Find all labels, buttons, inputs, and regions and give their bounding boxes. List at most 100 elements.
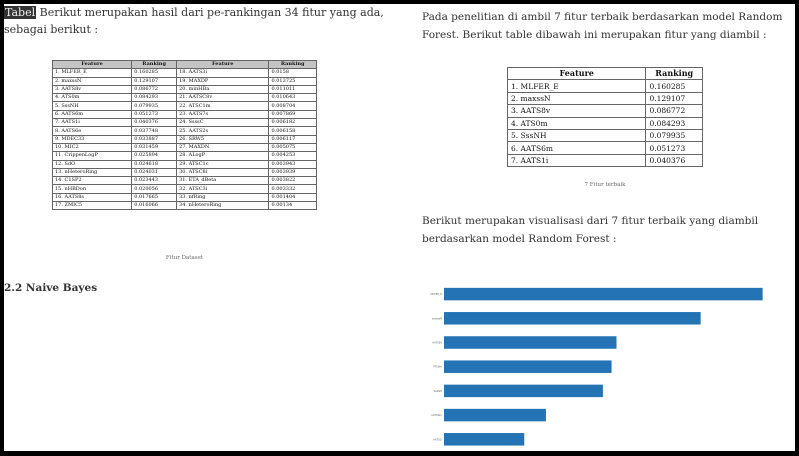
- top7-header: Feature Ranking: [506, 66, 703, 81]
- features-34-header-cell: Ranking: [131, 59, 178, 70]
- features-34-cell: 4. ATS0m: [51, 93, 133, 103]
- features-34-cell: 0.0158: [268, 68, 317, 78]
- document-page: Tabel Berikut merupakan hasil dari pe-ra…: [4, 4, 795, 451]
- top7-row: 4. ATS0m 0.084293: [506, 116, 703, 130]
- top7-header-cell: Feature: [506, 66, 647, 81]
- chart-category-label: AATS6m: [431, 413, 442, 417]
- features-34-cell: 0.129107: [131, 76, 178, 86]
- features-34-cell: 0.003822: [268, 176, 317, 186]
- top7-cell: 0.086772: [645, 104, 703, 118]
- features-34-body: 1. MLFER_E 0.160285 18. AATS3i 0.0158 2. max…: [51, 68, 317, 211]
- features-34-cell: 31. ETA_dBeta: [176, 176, 270, 186]
- features-34-cell: 34. nHeteroRing: [176, 201, 270, 211]
- features-34-cell: 0.020056: [131, 184, 178, 194]
- features-34-row: 6. AATS6m 0.051273 23. AATS7s 0.007869: [51, 109, 317, 120]
- features-34-cell: 19. MAXDP: [176, 76, 270, 86]
- chart-bar: [444, 312, 701, 325]
- features-34-cell: 0.037748: [131, 126, 178, 136]
- top7-row: 6. AATS6m 0.051273: [506, 141, 703, 155]
- chart-category-label: ATS0m: [433, 365, 442, 369]
- features-34-cell: 10. MIC2: [51, 142, 133, 153]
- features-34-cell: 0.006117: [268, 134, 317, 144]
- features-34-cell: 0.086772: [131, 84, 178, 95]
- chart-category-label: SssNH: [434, 389, 442, 393]
- features-34-row: 9. MDEC33 0.033887 26. SRW5 0.006117: [51, 134, 317, 144]
- top7-cell: 2. maxssN: [506, 91, 647, 106]
- features-34-row: 13. nHeteroRing 0.024031 30. ATSC8i 0.00393…: [51, 167, 317, 178]
- features-34-header-cell: Feature: [176, 59, 270, 70]
- top7-cell: 0.084293: [645, 116, 703, 130]
- features-34-cell: 27. MAXDN: [176, 142, 270, 153]
- features-34-header: Feature Ranking Feature Ranking: [51, 59, 317, 70]
- features-34-cell: 0.011011: [268, 84, 317, 95]
- features-34-cell: 0.031459: [131, 142, 178, 153]
- features-34-cell: 0.001404: [268, 192, 317, 203]
- viz-text: Berikut merupakan visualisasi dari 7 fit…: [422, 215, 759, 245]
- features-34-cell: 0.013725: [268, 76, 317, 86]
- left-intro-body: Berikut merupakan hasil dari pe-rankinga…: [4, 6, 384, 36]
- features-34-row: 10. MIC2 0.031459 27. MAXDN 0.005075: [51, 142, 317, 153]
- table-marker: Tabel: [4, 6, 37, 19]
- features-34-cell: 0.023443: [131, 176, 178, 186]
- features-34-row: 11. CrippenLogP 0.025894 28. ALogP 0.004253: [51, 151, 317, 161]
- chart-category-label: AATS8v: [432, 341, 442, 345]
- feature-importance-chart: MLFER_E maxssN AATS8v ATS0m SssNH AATS6m AATS1…: [422, 276, 790, 446]
- features-34-cell: 12. SdO: [51, 159, 133, 169]
- top7-row: 7. AATS1i 0.040376: [506, 153, 703, 168]
- top7-cell: 6. AATS6m: [506, 141, 647, 155]
- features-34-cell: 0.025894: [131, 151, 178, 161]
- features-34-cell: 18. AATS3i: [176, 68, 270, 78]
- features-34-cell: 0.051273: [131, 109, 178, 120]
- chart-bar: [444, 384, 603, 398]
- features-34-cell: 0.016066: [131, 201, 178, 211]
- top7-cell: 0.040376: [645, 153, 703, 168]
- features-34-row: 1. MLFER_E 0.160285 18. AATS3i 0.0158: [51, 68, 317, 78]
- top7-row: 1. MLFER_E 0.160285: [506, 79, 703, 93]
- top7-cell: 1. MLFER_E: [506, 79, 647, 93]
- chart-bar: [444, 360, 612, 373]
- features-34-cell: 0.010643: [268, 93, 317, 103]
- features-34-cell: 0.003939: [268, 167, 317, 178]
- features-34-cell: 32. ATSC3i: [176, 184, 270, 194]
- features-34-cell: 20. minHBa: [176, 84, 270, 95]
- top7-cell: 3. AATS8v: [506, 104, 647, 118]
- top7-cell: 0.051273: [645, 141, 703, 155]
- top7-row: 2. maxssN 0.129107: [506, 91, 703, 106]
- top7-cell: 0.079935: [645, 128, 703, 143]
- top7-cell: 4. ATS0m: [506, 116, 647, 130]
- chart-bar: [444, 336, 617, 349]
- features-34-cell: 16. AATS8s: [51, 192, 133, 203]
- features-34-table: Feature Ranking Feature Ranking 1. MLFER_E 0…: [51, 59, 317, 211]
- top7-cell: 7. AATS1i: [506, 153, 647, 168]
- features-34-cell: 7. AATS1i: [51, 118, 133, 128]
- top7-cell: 0.160285: [645, 79, 703, 93]
- features-34-header-cell: Feature: [51, 59, 133, 70]
- top7-table: Feature Ranking 1. MLFER_E 0.160285 2. maxs…: [506, 66, 703, 168]
- features-34-cell: 25. AATS2s: [176, 126, 270, 136]
- features-34-row: 17. ZMIC5 0.016066 34. nHeteroRing 0.00134: [51, 201, 317, 211]
- features-34-cell: 0.079935: [131, 101, 178, 111]
- features-34-cell: 14. C1SP2: [51, 176, 133, 186]
- features-34-row: 4. ATS0m 0.084293 21. AATSC8v 0.010643: [51, 93, 317, 103]
- features-34-cell: 6. AATS6m: [51, 109, 133, 120]
- features-34-cell: 29. ATSC1c: [176, 159, 270, 169]
- features-34-cell: 26. SRW5: [176, 134, 270, 144]
- top7-row: 5. SssNH 0.079935: [506, 128, 703, 143]
- features-34-cell: 21. AATSC8v: [176, 93, 270, 103]
- features-34-cell: 5. SssNH: [51, 101, 133, 111]
- features-34-cell: 8. AATS6e: [51, 126, 133, 136]
- features-34-row: 5. SssNH 0.079935 22. ATSC1m 0.008704: [51, 101, 317, 111]
- features-34-cell: 0.084293: [131, 93, 178, 103]
- top7-row: 3. AATS8v 0.086772: [506, 104, 703, 118]
- features-34-cell: 3. AATS8v: [51, 84, 133, 95]
- features-34-cell: 11. CrippenLogP: [51, 151, 133, 161]
- features-34-cell: 9. MDEC33: [51, 134, 133, 144]
- features-34-row: 2. maxssN 0.129107 19. MAXDP 0.013725: [51, 76, 317, 86]
- right-intro-text: Pada penelitian di ambil 7 fitur terbaik…: [422, 11, 783, 41]
- features-34-cell: 0.007869: [268, 109, 317, 120]
- features-34-cell: 0.00134: [268, 201, 317, 211]
- features-34-row: 16. AATS8s 0.017665 33. nfRing 0.001404: [51, 192, 317, 203]
- features-34-cell: 0.004253: [268, 151, 317, 161]
- features-34-row: 14. C1SP2 0.023443 31. ETA_dBeta 0.003822: [51, 176, 317, 186]
- features-34-cell: 0.006158: [268, 126, 317, 136]
